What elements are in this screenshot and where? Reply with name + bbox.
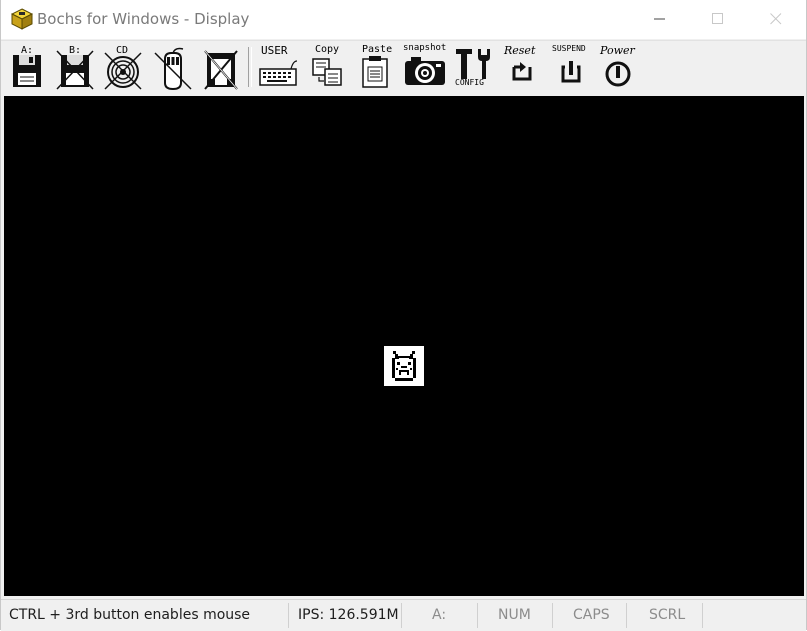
- usb-disabled-icon: [204, 50, 238, 90]
- status-divider: [702, 603, 703, 628]
- status-ips: IPS: 126.591M: [298, 607, 399, 623]
- status-divider: [401, 603, 402, 628]
- minimize-button[interactable]: [631, 0, 689, 39]
- power-button[interactable]: Power: [597, 44, 641, 91]
- cdrom-button[interactable]: CD: [101, 45, 145, 91]
- user-label: USER: [261, 44, 288, 57]
- status-scrl: SCRL: [649, 607, 686, 623]
- mouse-disabled-icon: [154, 47, 192, 91]
- suspend-label: SUSPEND: [552, 44, 586, 53]
- status-caps: CAPS: [573, 607, 610, 623]
- bochs-logo-icon: [384, 346, 424, 386]
- usb-button[interactable]: [199, 45, 243, 91]
- cdrom-label: CD: [116, 45, 129, 56]
- status-hint: CTRL + 3rd button enables mouse: [9, 607, 251, 623]
- status-divider: [477, 603, 478, 628]
- bochs-app-icon: [11, 8, 33, 30]
- power-label: Power: [600, 44, 635, 57]
- floppy-a-label: A:: [21, 45, 34, 56]
- config-label: CONFIG: [455, 78, 484, 87]
- mouse-button[interactable]: [151, 45, 195, 91]
- status-divider: [626, 603, 627, 628]
- maximize-icon: [712, 13, 723, 24]
- snapshot-label: snapshot: [403, 43, 447, 53]
- copy-label: Copy: [315, 44, 340, 55]
- status-drive-a: A:: [432, 607, 447, 623]
- paste-button[interactable]: Paste: [353, 44, 397, 91]
- toolbar-separator: [248, 47, 252, 87]
- status-bar: CTRL + 3rd button enables mouse IPS: 126…: [1, 599, 806, 631]
- config-button[interactable]: CONFIG: [452, 45, 496, 91]
- status-divider: [552, 603, 553, 628]
- status-num: NUM: [498, 607, 531, 623]
- close-button[interactable]: [747, 0, 805, 39]
- status-divider: [288, 603, 289, 628]
- window-title: Bochs for Windows - Display: [37, 10, 250, 28]
- reset-label: Reset: [504, 44, 536, 57]
- minimize-icon: [654, 18, 665, 20]
- user-button[interactable]: USER: [257, 44, 301, 91]
- toolbar: A: B: CD USER Copy Paste snapshot CONFIG…: [1, 40, 806, 95]
- emulator-display[interactable]: [4, 96, 804, 596]
- maximize-button[interactable]: [689, 0, 747, 39]
- close-icon: [770, 13, 782, 25]
- paste-label: Paste: [362, 44, 393, 55]
- floppy-a-button[interactable]: A:: [5, 45, 49, 91]
- suspend-button[interactable]: SUSPEND: [549, 44, 593, 91]
- bochs-window: Bochs for Windows - Display A: B: CD USE…: [0, 0, 807, 631]
- reset-button[interactable]: Reset: [500, 44, 544, 91]
- floppy-b-button[interactable]: B:: [53, 45, 97, 91]
- snapshot-button[interactable]: snapshot: [403, 43, 447, 91]
- title-bar[interactable]: Bochs for Windows - Display: [1, 0, 806, 39]
- floppy-b-label: B:: [69, 45, 82, 56]
- copy-button[interactable]: Copy: [305, 44, 349, 91]
